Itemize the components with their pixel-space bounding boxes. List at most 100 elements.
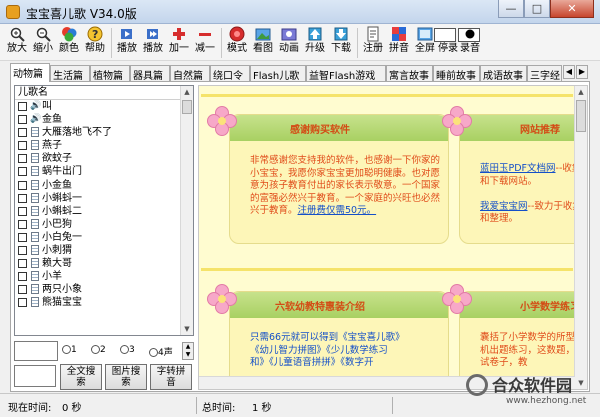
tab-tools[interactable]: 器具篇	[130, 65, 170, 82]
speaker-icon: 🔊	[30, 114, 42, 125]
song-title: 熊猫宝宝	[42, 297, 82, 309]
zoom-out-button[interactable]: 缩小	[31, 26, 55, 55]
list-item[interactable]: 小金鱼	[15, 179, 193, 192]
scroll-up-button[interactable]: ▲	[575, 86, 587, 98]
song-checkbox[interactable]	[18, 193, 27, 203]
document-icon	[31, 140, 39, 151]
radio-2[interactable]: 2	[91, 345, 106, 355]
list-item[interactable]: 赖大哥	[15, 257, 193, 270]
register-button[interactable]: 注册	[361, 26, 385, 55]
list-item[interactable]: 小羊	[15, 270, 193, 283]
close-button[interactable]: ✕	[550, 0, 594, 18]
list-item[interactable]: 小蝌蚪二	[15, 205, 193, 218]
tab-animals[interactable]: 动物篇	[10, 63, 50, 82]
tab-three-character-classic[interactable]: 三字经	[527, 65, 562, 81]
mode-button[interactable]: 模式	[225, 26, 249, 55]
search-input[interactable]	[14, 365, 56, 387]
card-websites: 网站推荐 蓝田玉PDF文档网--收集和下载网站。 我爱宝宝网--致力于收集和整理…	[459, 114, 587, 244]
song-checkbox[interactable]	[18, 128, 27, 138]
scroll-thumb[interactable]	[576, 100, 586, 132]
list-item[interactable]: 两只小象	[15, 283, 193, 296]
register-link[interactable]: 注册费仅需50元。	[298, 205, 377, 216]
song-checkbox[interactable]	[18, 115, 27, 125]
scroll-up-button[interactable]: ▲	[181, 86, 193, 98]
play-all-button[interactable]: 播放	[141, 26, 165, 55]
tab-flash-songs[interactable]: Flash儿歌	[250, 65, 306, 82]
radio-4[interactable]: 4声	[149, 345, 173, 358]
tab-idiom-stories[interactable]: 成语故事	[480, 65, 527, 82]
download-button[interactable]: 下载	[329, 26, 353, 55]
scroll-thumb[interactable]	[182, 100, 192, 114]
document-icon	[31, 297, 39, 308]
song-checkbox[interactable]	[18, 246, 27, 256]
list-item[interactable]: 🔊 金鱼	[15, 113, 193, 126]
tab-tongue-twisters[interactable]: 绕口令	[210, 65, 250, 82]
list-item[interactable]: 🔊 叫	[15, 100, 193, 113]
pdf-site-link[interactable]: 蓝田玉PDF文档网	[480, 163, 556, 174]
color-button[interactable]: 颜色	[57, 26, 81, 55]
song-checkbox[interactable]	[18, 206, 27, 216]
song-title: 燕子	[42, 140, 62, 152]
tab-scroll-left-button[interactable]: ◀	[563, 65, 575, 79]
song-checkbox[interactable]	[18, 102, 27, 111]
tab-nature[interactable]: 自然篇	[170, 65, 210, 82]
tab-scroll-right-button[interactable]: ▶	[576, 65, 588, 79]
list-item[interactable]: 小巴狗	[15, 218, 193, 231]
picture-button[interactable]: 看图	[251, 26, 275, 55]
song-checkbox[interactable]	[18, 219, 27, 229]
list-item[interactable]: 小刺猬	[15, 244, 193, 257]
song-checkbox[interactable]	[18, 259, 27, 269]
window-title: 宝宝喜儿歌 V34.0版	[26, 7, 137, 21]
help-button[interactable]: ? 帮助	[83, 26, 107, 55]
watermark: 合众软件园 www.hezhong.net	[466, 372, 600, 417]
song-checkbox[interactable]	[18, 167, 27, 177]
char-to-pinyin-button[interactable]: 字转拼音	[150, 364, 192, 390]
card-body: 只需66元就可以得到《宝宝喜儿歌》 《幼儿智力拼图》《少儿数学练习 和》《儿童语音拼…	[250, 332, 405, 368]
fulltext-search-button[interactable]: 全文搜索	[60, 364, 102, 390]
list-item[interactable]: 小白兔一	[15, 231, 193, 244]
plus-one-button[interactable]: 加一	[167, 26, 191, 55]
animation-button[interactable]: 动画	[277, 26, 301, 55]
list-item[interactable]: 熊猫宝宝	[15, 296, 193, 309]
song-checkbox[interactable]	[18, 141, 27, 151]
tab-fables[interactable]: 寓言故事	[386, 65, 433, 82]
play-button[interactable]: 播放	[115, 26, 139, 55]
song-checkbox[interactable]	[18, 154, 27, 164]
song-checkbox[interactable]	[18, 298, 27, 308]
song-checkbox[interactable]	[18, 232, 27, 242]
current-time-value: 0 秒	[62, 403, 82, 414]
document-icon	[31, 166, 39, 177]
pinyin-button[interactable]: 拼音	[387, 26, 411, 55]
upgrade-button[interactable]: 升级	[303, 26, 327, 55]
minimize-button[interactable]: —	[498, 0, 524, 18]
radio-3[interactable]: 3	[120, 345, 135, 355]
list-item[interactable]: 小蝌蚪一	[15, 192, 193, 205]
content-vertical-scrollbar[interactable]: ▲ ▼	[574, 86, 587, 389]
minus-one-button[interactable]: 减一	[193, 26, 217, 55]
voice-selector: 1 2 3 4声 ▲ ▼	[14, 341, 194, 363]
zoom-in-icon	[9, 26, 25, 42]
tab-life[interactable]: 生活篇	[50, 65, 90, 82]
maximize-button[interactable]: □	[524, 0, 550, 18]
image-search-button[interactable]: 图片搜索	[105, 364, 147, 390]
radio-1[interactable]: 1	[62, 345, 77, 355]
list-item[interactable]: 欲蚊子	[15, 152, 193, 165]
song-checkbox[interactable]	[18, 285, 27, 295]
list-item[interactable]: 燕子	[15, 139, 193, 152]
tab-plants[interactable]: 植物篇	[90, 65, 130, 82]
voice-input[interactable]	[14, 341, 58, 361]
song-checkbox[interactable]	[18, 272, 27, 282]
voice-spinner[interactable]: ▲ ▼	[182, 342, 194, 360]
tab-bedtime-stories[interactable]: 睡前故事	[433, 65, 480, 82]
song-title: 小金鱼	[42, 179, 72, 191]
list-item[interactable]: 大雁落地飞不了	[15, 126, 193, 139]
baby-site-link[interactable]: 我爱宝宝网	[480, 201, 528, 212]
list-scrollbar[interactable]: ▲ ▼	[180, 86, 193, 335]
song-checkbox[interactable]	[18, 180, 27, 190]
record-icon	[462, 26, 478, 42]
list-item[interactable]: 蜗牛出门	[15, 165, 193, 178]
zoom-in-button[interactable]: 放大	[5, 26, 29, 55]
tab-flash-games[interactable]: 益智Flash游戏	[306, 65, 386, 82]
record-button[interactable]: 录音	[458, 26, 482, 55]
scroll-down-button[interactable]: ▼	[181, 323, 193, 335]
